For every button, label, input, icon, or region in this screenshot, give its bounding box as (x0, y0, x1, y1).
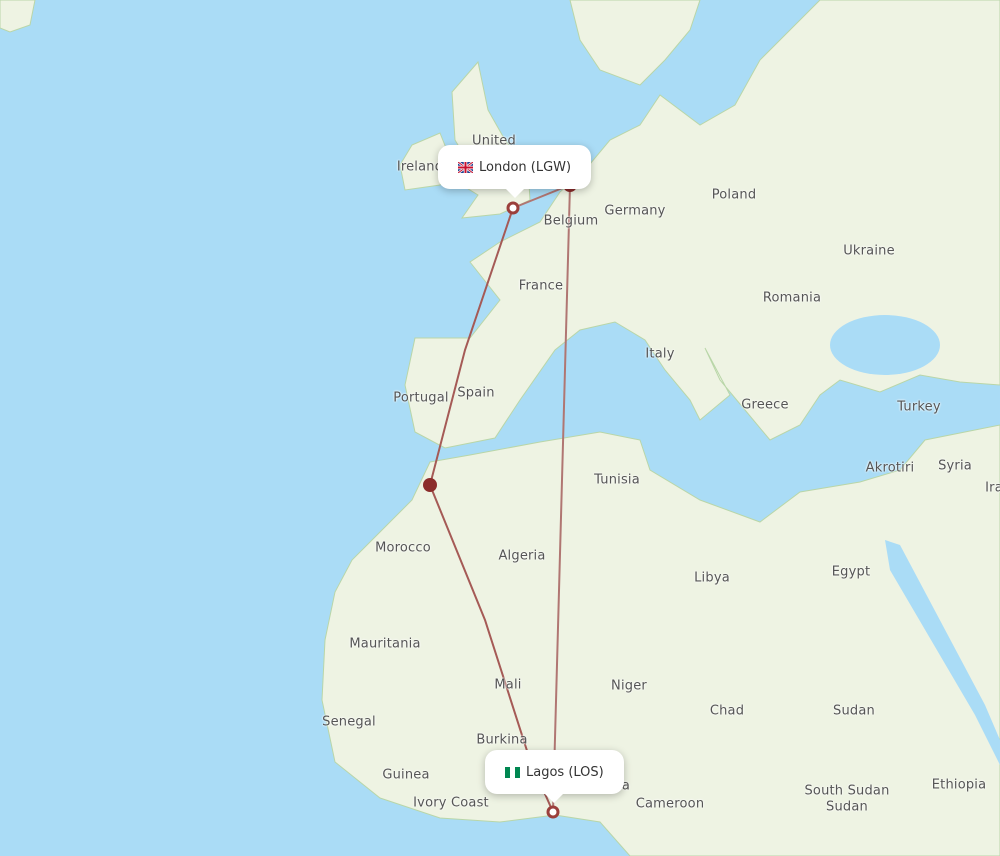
origin-label: London (LGW) (479, 159, 572, 175)
country-label: Mauritania (349, 636, 421, 652)
country-label: Spain (457, 385, 495, 401)
land-iceland (0, 0, 36, 33)
country-label: Cameroon (635, 796, 705, 812)
origin-marker[interactable] (506, 201, 520, 215)
country-label: Niger (611, 678, 647, 694)
country-label: Portugal (393, 390, 449, 406)
country-label: Greece (741, 397, 789, 413)
country-label: Poland (711, 187, 757, 203)
destination-popup[interactable]: Lagos (LOS) (485, 750, 624, 803)
country-label: Germany (604, 203, 666, 219)
land-africa (321, 424, 1000, 856)
country-label: Belgium (543, 213, 599, 229)
hub-casablanca[interactable] (423, 478, 437, 492)
black-sea (830, 315, 940, 375)
country-label: Syria (938, 458, 972, 474)
country-label: Ethiopia (931, 777, 987, 793)
country-label: France (518, 278, 564, 294)
uk-flag-icon (457, 160, 474, 174)
origin-popup[interactable]: London (LGW) (438, 145, 592, 198)
country-label: South Sudan (804, 783, 890, 799)
country-label: Akrotiri (865, 460, 915, 476)
destination-label: Lagos (LOS) (526, 764, 604, 780)
country-label: Ivory Coast (413, 795, 489, 811)
country-label: Turkey (897, 399, 941, 415)
country-label: Sudan (826, 799, 868, 815)
country-label: Guinea (382, 767, 430, 783)
map-canvas[interactable] (0, 0, 1000, 856)
land (0, 0, 1000, 856)
country-label: Mali (494, 677, 522, 693)
country-label: Algeria (498, 548, 546, 564)
country-label: Libya (694, 570, 730, 586)
country-label: Ira (985, 480, 1000, 496)
country-label: Ukraine (843, 243, 895, 259)
land-europe (404, 0, 1000, 449)
nigeria-flag-icon (505, 766, 520, 778)
land-scandinavia (569, 0, 701, 86)
country-label: Chad (709, 703, 745, 719)
country-label: Romania (762, 290, 822, 306)
country-label: Tunisia (594, 472, 640, 488)
country-label: Morocco (375, 540, 431, 556)
destination-marker[interactable] (546, 805, 560, 819)
country-label: Ireland (396, 159, 444, 175)
country-label: Senegal (322, 714, 376, 730)
country-label: Sudan (833, 703, 875, 719)
country-label: Egypt (831, 564, 871, 580)
country-label: Burkina (476, 732, 528, 748)
country-label: Italy (645, 346, 675, 362)
